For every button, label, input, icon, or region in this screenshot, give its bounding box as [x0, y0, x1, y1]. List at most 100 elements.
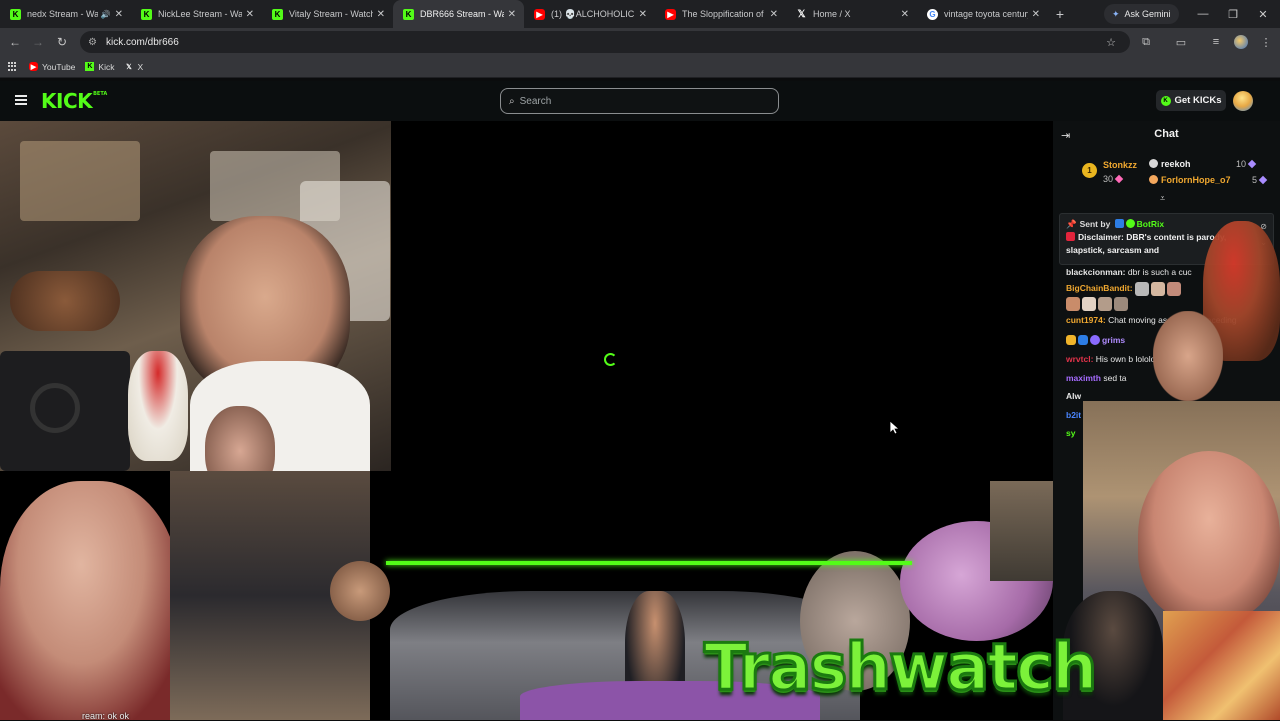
ask-gemini-label: Ask Gemini — [1124, 9, 1171, 19]
speaker-icon[interactable]: 🔊 — [101, 10, 111, 19]
chat-username[interactable]: cunt1974: — [1066, 315, 1106, 325]
chat-username[interactable]: maximth — [1066, 373, 1101, 383]
chat-username[interactable]: blackcionman: — [1066, 267, 1126, 277]
rooster-overlay — [128, 351, 188, 461]
restore-icon[interactable]: ❐ — [1218, 0, 1248, 28]
chat-username[interactable]: Alw — [1066, 391, 1081, 401]
menu-dots-icon[interactable]: ⋮ — [1256, 32, 1276, 52]
bookmark-label: Kick — [98, 61, 115, 72]
search-box[interactable]: ⌕ — [500, 88, 779, 114]
tab-nicklee[interactable]: K NickLee Stream - Watch ✕ — [131, 0, 262, 28]
close-icon[interactable]: ✕ — [1032, 9, 1040, 20]
badge-icon — [1149, 159, 1158, 168]
rank-medal-icon: 1 — [1082, 163, 1097, 178]
close-icon[interactable]: ✕ — [770, 9, 778, 20]
kick-favicon-icon: K — [403, 8, 414, 20]
badge-icon — [1149, 175, 1158, 184]
tab-home-x[interactable]: 𝕏 Home / X ✕ — [786, 0, 917, 28]
bookmark-kick[interactable]: K Kick — [85, 62, 114, 72]
x-favicon-icon: 𝕏 — [126, 63, 132, 71]
chat-username[interactable]: sy — [1066, 428, 1075, 438]
chat-header: ⇥ Chat — [1053, 121, 1280, 149]
loading-spinner-icon — [604, 353, 617, 366]
close-icon[interactable]: ✕ — [639, 9, 647, 20]
bookmark-star-icon[interactable]: ☆ — [1101, 32, 1121, 52]
close-icon[interactable]: ✕ — [115, 9, 123, 20]
bookmark-youtube[interactable]: ▶ YouTube — [29, 62, 75, 72]
address-bar[interactable]: ⚙ kick.com/dbr666 — [80, 31, 1130, 53]
tab-sloppification[interactable]: ▶ The Sloppification of F ✕ — [655, 0, 786, 28]
kicks-gem-icon — [1114, 174, 1124, 184]
browser-profile-avatar[interactable] — [1234, 35, 1248, 49]
emote-icon — [1082, 296, 1096, 311]
close-window-icon[interactable]: ✕ — [1248, 0, 1278, 28]
get-kicks-label: Get KICKs — [1174, 95, 1222, 106]
tab-alcoholic[interactable]: ▶ (1) 💀ALCHOHOLIC W ✕ — [524, 0, 655, 28]
mouse-cursor-icon — [889, 420, 901, 435]
kick-logo[interactable]: KICKBETA — [41, 89, 107, 113]
tab-vintage-toyota[interactable]: G vintage toyota century ✕ — [917, 0, 1048, 28]
chat-username[interactable]: BigChainBandit: — [1066, 283, 1133, 293]
tab-title: vintage toyota century — [944, 9, 1028, 19]
emote-row — [1066, 296, 1130, 311]
apps-grid-icon[interactable] — [8, 62, 17, 71]
badge-icon — [1078, 335, 1088, 346]
leader-count-value: 10 — [1236, 159, 1247, 169]
reading-list-icon[interactable]: ≡ — [1206, 32, 1226, 52]
user-avatar[interactable] — [1233, 91, 1253, 111]
trashwatch-banner: Trashwatch — [702, 631, 1098, 705]
tab-title: Home / X — [813, 9, 851, 19]
close-icon[interactable]: ✕ — [508, 9, 516, 20]
kick-favicon-icon: K — [85, 62, 95, 71]
emote-row — [1134, 281, 1183, 296]
leader-count: 5 — [1252, 175, 1268, 185]
hamburger-menu-icon[interactable] — [15, 95, 27, 105]
bookmark-label: X — [137, 61, 144, 72]
progress-glow-line — [386, 561, 912, 565]
chat-username[interactable]: wrvtcl: — [1066, 354, 1093, 364]
chat-username[interactable]: b2it — [1066, 410, 1081, 420]
leader-name[interactable]: Stonkzz — [1103, 160, 1137, 170]
smiling-man-overlay — [1138, 451, 1280, 621]
leader-count-value: 5 — [1252, 175, 1258, 185]
close-icon[interactable]: ✕ — [246, 9, 254, 20]
kick-favicon-icon: K — [141, 8, 152, 20]
forward-arrow-icon[interactable]: → — [28, 32, 48, 52]
leader-count-value: 30 — [1103, 174, 1114, 184]
kick-logo-text: KICK — [41, 89, 93, 113]
webcam-feed — [0, 121, 391, 471]
tab-dbr666[interactable]: K DBR666 Stream - Watch ✕ — [393, 0, 524, 28]
site-info-icon[interactable]: ⚙ — [88, 37, 97, 48]
tab-vitaly[interactable]: K Vitaly Stream - Watch ✕ — [262, 0, 393, 28]
chat-text: His own b lololol — [1095, 354, 1158, 364]
sparkle-icon: ✦ — [1112, 8, 1120, 19]
bookmark-x[interactable]: 𝕏 X — [124, 62, 143, 72]
reload-icon[interactable]: ↻ — [52, 32, 72, 52]
close-icon[interactable]: ✕ — [377, 9, 385, 20]
chat-title: Chat — [1154, 128, 1179, 140]
bot-badge-icon — [1114, 219, 1124, 228]
extensions-icon[interactable]: ⧉ — [1136, 32, 1156, 52]
get-kicks-button[interactable]: K Get KICKs — [1156, 90, 1226, 111]
search-input[interactable] — [519, 95, 760, 107]
new-tab-button[interactable]: + — [1048, 2, 1072, 26]
back-arrow-icon[interactable]: ← — [5, 32, 25, 52]
leader-name[interactable]: reekoh — [1149, 159, 1191, 169]
emote-icon — [1098, 296, 1112, 311]
badge-icon — [1090, 335, 1100, 346]
bookmarks-bar: ▶ YouTube K Kick 𝕏 X — [0, 56, 1280, 78]
leader-count: 30 — [1103, 174, 1124, 184]
chat-username[interactable]: grims — [1102, 335, 1125, 345]
tab-title: nedx Stream - Watch — [27, 9, 98, 19]
close-icon[interactable]: ✕ — [901, 9, 909, 20]
badge-icon — [1066, 335, 1076, 346]
expand-leaderboard-icon[interactable]: ⩡ — [1160, 193, 1165, 204]
leader-name[interactable]: ForlornHope_o7 — [1149, 175, 1231, 185]
cast-icon[interactable]: ▭ — [1171, 32, 1191, 52]
minimize-icon[interactable]: — — [1188, 0, 1218, 28]
hand-overlay — [1153, 311, 1223, 401]
emote-icon — [1066, 296, 1080, 311]
tab-nedx[interactable]: K nedx Stream - Watch 🔊 ✕ — [0, 0, 131, 28]
pinned-sender-name[interactable]: BotRix — [1137, 219, 1164, 229]
ask-gemini-button[interactable]: ✦ Ask Gemini — [1104, 4, 1179, 24]
